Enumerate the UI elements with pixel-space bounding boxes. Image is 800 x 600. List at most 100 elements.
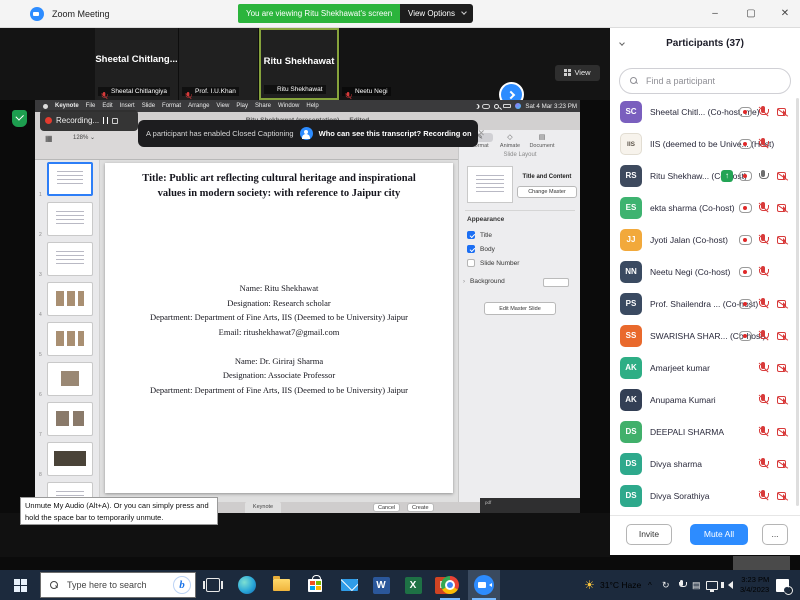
spotlight-icon[interactable] bbox=[494, 104, 499, 109]
slide-thumbnail-row[interactable]: 8 bbox=[35, 440, 99, 480]
invite-button[interactable]: Invite bbox=[626, 524, 672, 545]
pause-recording-icon[interactable] bbox=[103, 117, 108, 124]
mac-menu-item[interactable]: Slide bbox=[142, 103, 155, 109]
weather-text[interactable]: 31°C Haze bbox=[600, 570, 641, 600]
slide-thumbnail[interactable] bbox=[47, 242, 93, 276]
slide-thumbnail-row[interactable]: 1 bbox=[35, 160, 99, 200]
update-tray-icon[interactable]: ↻ bbox=[662, 570, 670, 600]
participant-row[interactable]: DS Divya Sorathiya ↑ bbox=[610, 480, 796, 512]
taskbar-clock[interactable]: 3:23 PM3/4/2023 bbox=[740, 570, 769, 600]
slide-thumbnail-row[interactable]: 4 bbox=[35, 280, 99, 320]
slide-thumbnail-row[interactable]: 5 bbox=[35, 320, 99, 360]
slide-thumbnail-row[interactable]: 6 bbox=[35, 360, 99, 400]
camera-off-icon[interactable] bbox=[777, 428, 786, 436]
tab-animate[interactable]: ◇Animate bbox=[497, 133, 523, 149]
video-tile[interactable]: Prof. I.U.Khan bbox=[179, 28, 259, 100]
camera-off-icon[interactable] bbox=[777, 108, 786, 116]
background-row[interactable]: › Background bbox=[463, 278, 577, 285]
slide-thumbnail[interactable] bbox=[47, 162, 93, 196]
edge-taskbar-icon[interactable] bbox=[232, 570, 262, 600]
participant-row[interactable]: PS Prof. Shailendra ... (Co-host) ↑ bbox=[610, 288, 796, 320]
microsoft-store-taskbar-icon[interactable] bbox=[300, 570, 330, 600]
microphone-tray-icon[interactable] bbox=[678, 570, 686, 600]
mic-status-icon[interactable] bbox=[754, 295, 772, 313]
transcript-link[interactable]: Who can see this transcript? Recording o… bbox=[319, 129, 472, 138]
video-tile[interactable]: Sheetal Chitlang... Sheetal Chitlangiya bbox=[95, 28, 179, 100]
mic-status-icon[interactable] bbox=[754, 487, 772, 505]
mac-menu-item[interactable]: Keynote bbox=[55, 103, 79, 109]
slide[interactable]: Title: Public art reflecting cultural he… bbox=[105, 163, 453, 493]
video-tile[interactable]: Ritu Shekhawat Ritu Shekhawat bbox=[259, 28, 339, 100]
stop-recording-icon[interactable] bbox=[112, 118, 118, 124]
mic-status-icon[interactable] bbox=[754, 359, 772, 377]
mac-menu-item[interactable]: Help bbox=[306, 103, 318, 109]
slide-thumbnail-row[interactable]: 7 bbox=[35, 400, 99, 440]
do-not-disturb-icon[interactable] bbox=[473, 104, 478, 109]
mac-menu-item[interactable]: Arrange bbox=[188, 103, 209, 109]
mic-status-icon[interactable] bbox=[754, 391, 772, 409]
participant-row[interactable]: DS Divya sharma ↑ bbox=[610, 448, 796, 480]
change-master-button[interactable]: Change Master bbox=[517, 186, 577, 198]
participant-row[interactable]: SS SWARISHA SHAR... (Co-host) ↑ bbox=[610, 320, 796, 352]
camera-off-icon[interactable] bbox=[777, 300, 786, 308]
siri-icon[interactable] bbox=[515, 103, 521, 109]
panel-more-button[interactable]: ... bbox=[762, 524, 788, 545]
participant-row[interactable]: IIS IIS (deemed to be Unive... (Host) ↑ bbox=[610, 128, 796, 160]
cancel-button[interactable]: Cancel bbox=[373, 503, 400, 512]
slide-thumbnail[interactable] bbox=[47, 402, 93, 436]
action-center-button[interactable]: 1 bbox=[776, 570, 789, 600]
bing-icon[interactable]: b bbox=[173, 576, 191, 594]
mic-status-icon[interactable] bbox=[754, 199, 772, 217]
slide-thumbnail[interactable] bbox=[47, 362, 93, 396]
appearance-checkbox-row[interactable]: Title bbox=[467, 228, 519, 242]
slide-thumbnail-row[interactable]: 3 bbox=[35, 240, 99, 280]
video-tile[interactable]: Neetu Negi Neetu Negi bbox=[339, 28, 340, 100]
participant-row[interactable]: AK Amarjeet kumar ↑ bbox=[610, 352, 796, 384]
word-taskbar-icon[interactable]: W bbox=[366, 570, 396, 600]
participant-row[interactable]: SC Sheetal Chitl... (Co-host, me) ↑ bbox=[610, 96, 796, 128]
view-panels-icon[interactable]: ▦ bbox=[45, 134, 53, 143]
task-view-button[interactable] bbox=[198, 570, 228, 600]
file-explorer-taskbar-icon[interactable] bbox=[266, 570, 296, 600]
create-button[interactable]: Create bbox=[407, 503, 434, 512]
taskbar-search-input[interactable]: Type here to search b bbox=[40, 572, 196, 598]
find-participant-input[interactable]: Find a participant bbox=[619, 68, 791, 94]
background-color-swatch[interactable] bbox=[543, 278, 569, 287]
appearance-checkbox-row[interactable]: Slide Number bbox=[467, 256, 519, 270]
participant-row[interactable]: DS DEEPALI SHARMA ↑ bbox=[610, 416, 796, 448]
edit-master-slide-button[interactable]: Edit Master Slide bbox=[484, 302, 556, 315]
checkbox[interactable] bbox=[467, 245, 475, 253]
slide-thumbnail[interactable] bbox=[47, 202, 93, 236]
meeting-security-shield-icon[interactable] bbox=[12, 110, 27, 127]
mac-clock[interactable]: Sat 4 Mar 3:23 PM bbox=[525, 103, 577, 110]
zoom-level-dropdown[interactable]: 128% ⌄ bbox=[73, 134, 95, 141]
panel-scrollbar[interactable] bbox=[796, 98, 799, 506]
gallery-view-button[interactable]: View bbox=[555, 65, 600, 81]
mail-taskbar-icon[interactable] bbox=[334, 570, 364, 600]
camera-off-icon[interactable] bbox=[777, 332, 786, 340]
participant-row[interactable]: NN Neetu Negi (Co-host) ↑ bbox=[610, 256, 796, 288]
camera-off-icon[interactable] bbox=[777, 364, 786, 372]
participant-row[interactable]: AK Anupama Kumari ↑ bbox=[610, 384, 796, 416]
volume-tray-icon[interactable] bbox=[724, 570, 733, 600]
camera-off-icon[interactable] bbox=[777, 236, 786, 244]
close-icon[interactable]: ✕ bbox=[478, 128, 486, 139]
mic-status-icon[interactable] bbox=[754, 167, 772, 185]
mac-menu-item[interactable]: View bbox=[216, 103, 229, 109]
mac-menu-item[interactable]: Format bbox=[162, 103, 181, 109]
mic-status-icon[interactable] bbox=[754, 103, 772, 121]
mic-status-icon[interactable] bbox=[754, 135, 772, 153]
excel-taskbar-icon[interactable]: X bbox=[398, 570, 428, 600]
checkbox[interactable] bbox=[467, 259, 475, 267]
slide-thumbnail[interactable] bbox=[47, 322, 93, 356]
mic-status-icon[interactable] bbox=[754, 231, 772, 249]
slide-thumbnail[interactable] bbox=[47, 442, 93, 476]
zoom-taskbar-icon[interactable] bbox=[468, 570, 500, 600]
view-options-button[interactable]: View Options bbox=[400, 4, 473, 23]
camera-off-icon[interactable] bbox=[777, 460, 786, 468]
mac-menu-item[interactable]: Edit bbox=[102, 103, 112, 109]
mic-status-icon[interactable] bbox=[754, 455, 772, 473]
hidden-icons-chevron[interactable]: ^ bbox=[648, 570, 652, 600]
ime-tray-icon[interactable]: ▤ bbox=[692, 570, 701, 600]
camera-off-icon[interactable] bbox=[777, 492, 786, 500]
